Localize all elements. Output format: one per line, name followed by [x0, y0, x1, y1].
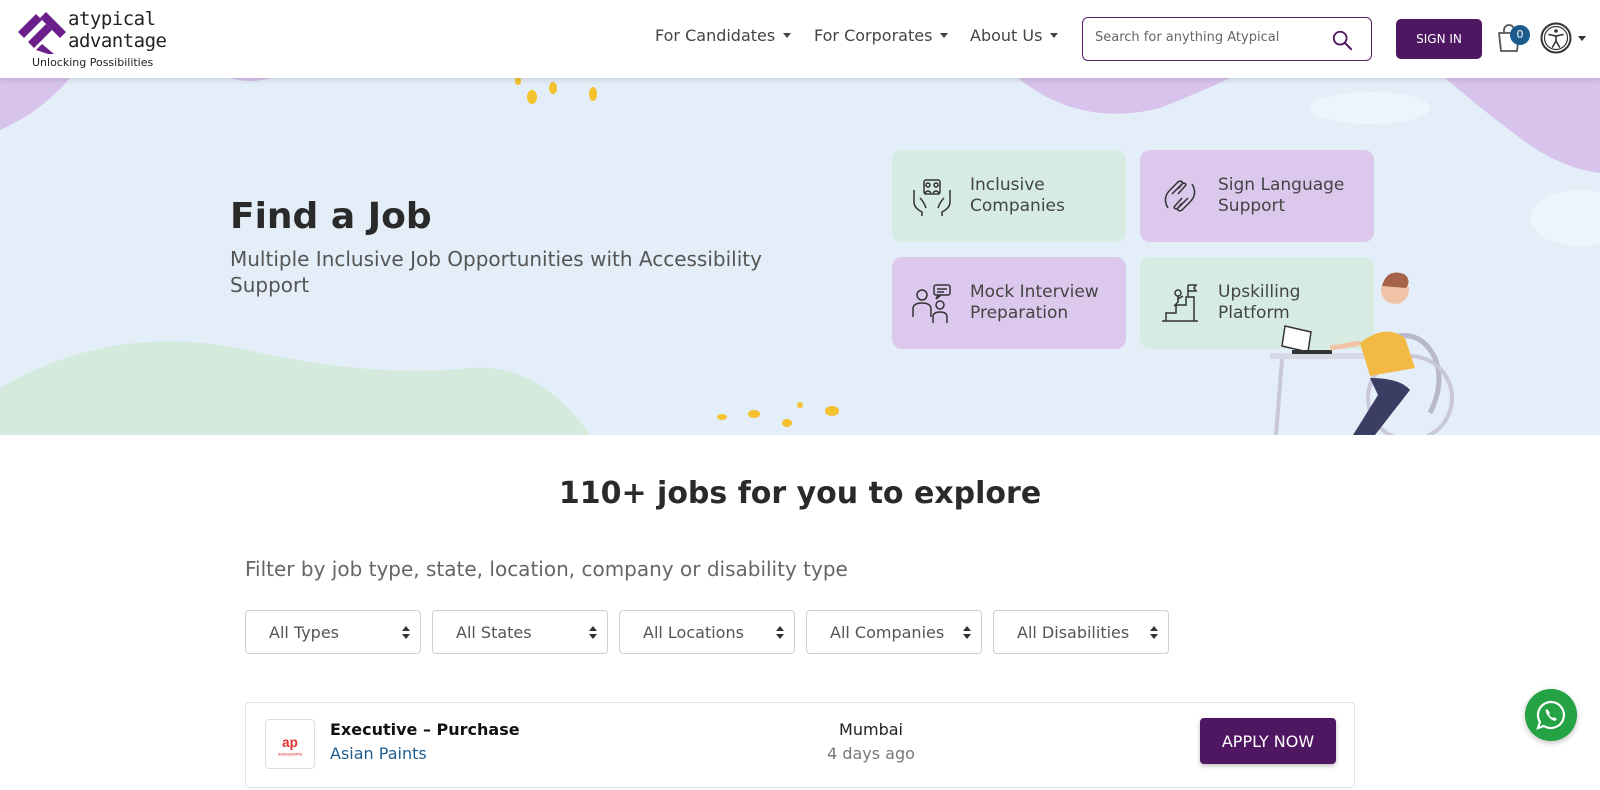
- nav-about-us[interactable]: About Us: [970, 26, 1059, 45]
- inclusive-companies-icon: [913, 179, 951, 216]
- search-icon[interactable]: [1331, 29, 1353, 51]
- state-select[interactable]: All States: [432, 610, 608, 654]
- job-posted-time: 4 days ago: [827, 744, 915, 763]
- sign-in-button[interactable]: SIGN IN: [1396, 19, 1482, 59]
- hero-banner: Find a Job Multiple Inclusive Job Opport…: [0, 78, 1600, 435]
- upskilling-icon: [1162, 284, 1198, 322]
- apply-now-button[interactable]: APPLY NOW: [1200, 718, 1336, 764]
- job-type-select[interactable]: All Types: [245, 610, 421, 654]
- sort-arrows-icon: [589, 626, 597, 640]
- sort-arrows-icon: [402, 626, 410, 640]
- job-listing-card: ap asianpaints Executive – Purchase Asia…: [245, 702, 1355, 788]
- sort-arrows-icon: [776, 626, 784, 640]
- wheelchair-user-illustration: [1270, 272, 1454, 435]
- brand-tagline: Unlocking Possibilities: [32, 56, 154, 69]
- site-header: atypical advantage Unlocking Possibiliti…: [0, 0, 1600, 78]
- search-input[interactable]: [1095, 30, 1325, 45]
- nav-for-corporates[interactable]: For Corporates: [814, 26, 949, 45]
- svg-text:ap: ap: [282, 735, 298, 750]
- sort-arrows-icon: [1150, 626, 1158, 640]
- page-title: Find a Job: [230, 196, 432, 237]
- brand-logo[interactable]: atypical advantage Unlocking Possibiliti…: [14, 8, 174, 70]
- nav-for-candidates[interactable]: For Candidates: [655, 26, 792, 45]
- whatsapp-chat-icon[interactable]: [1525, 689, 1577, 741]
- feature-tile-mock-interview: Mock Interview Preparation: [892, 257, 1126, 349]
- location-select[interactable]: All Locations: [619, 610, 795, 654]
- job-title[interactable]: Executive – Purchase: [330, 720, 520, 739]
- job-location: Mumbai: [839, 720, 903, 739]
- accessibility-icon[interactable]: [1540, 22, 1572, 54]
- filter-instructions: Filter by job type, state, location, com…: [245, 557, 848, 581]
- chevron-down-icon: [783, 33, 792, 38]
- tile-label: Inclusive Companies: [970, 175, 1065, 216]
- search-box: [1082, 17, 1372, 61]
- brand-name: atypical advantage: [68, 8, 167, 52]
- tile-label: Sign Language Support: [1218, 175, 1345, 216]
- chevron-down-icon: [1050, 33, 1059, 38]
- sort-arrows-icon: [963, 626, 971, 640]
- feature-tile-sign-language: Sign Language Support: [1140, 150, 1374, 242]
- company-logo-icon: ap asianpaints: [265, 719, 315, 769]
- tile-label: Mock Interview Preparation: [970, 282, 1099, 323]
- cart-count-badge: 0: [1510, 25, 1530, 45]
- job-company-link[interactable]: Asian Paints: [330, 744, 427, 763]
- chevron-down-icon: [940, 33, 949, 38]
- company-select[interactable]: All Companies: [806, 610, 982, 654]
- logo-mark-icon: [18, 12, 66, 54]
- svg-text:asianpaints: asianpaints: [278, 752, 303, 758]
- disability-select[interactable]: All Disabilities: [993, 610, 1169, 654]
- sign-language-icon: [1164, 180, 1196, 212]
- feature-tile-inclusive-companies: Inclusive Companies: [892, 150, 1126, 242]
- chevron-down-icon[interactable]: [1578, 36, 1586, 41]
- page-subtitle: Multiple Inclusive Job Opportunities wit…: [230, 247, 762, 297]
- mock-interview-icon: [912, 284, 951, 323]
- jobs-heading: 110+ jobs for you to explore: [558, 476, 1042, 511]
- filter-bar: All Types All States All Locations All C…: [245, 610, 1180, 654]
